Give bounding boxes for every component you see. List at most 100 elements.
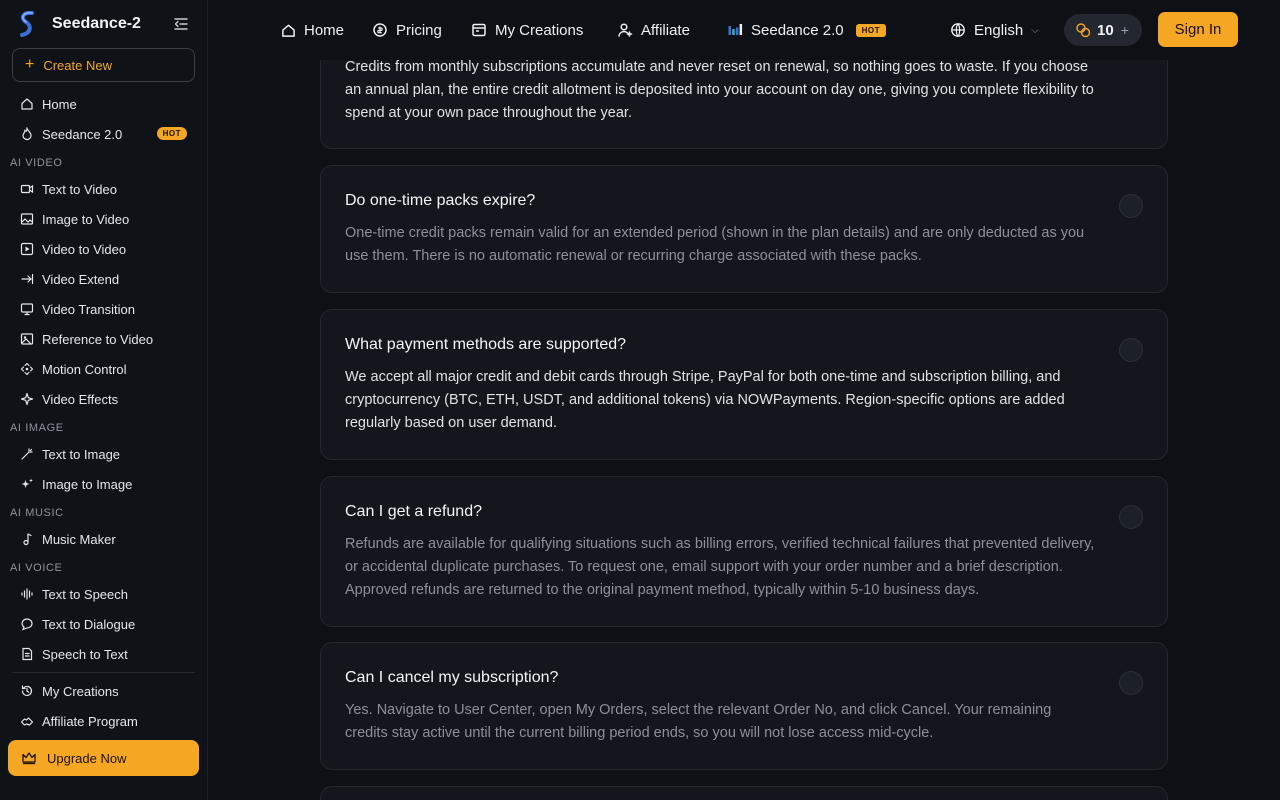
faq-toggle-button[interactable] [1119, 338, 1143, 362]
sidebar-item-music-maker[interactable]: Music Maker [12, 525, 195, 553]
home-icon [280, 22, 296, 38]
section-label-ai-video: AI VIDEO [10, 157, 63, 169]
sidebar-item-label: Video Effects [42, 391, 119, 407]
hot-badge: HOT [156, 127, 187, 140]
sparkle-icon [20, 392, 34, 406]
creations-icon [471, 22, 487, 38]
sidebar-item-image-to-image[interactable]: Image to Image [12, 470, 195, 498]
faq-answer: Refunds are available for qualifying sit… [345, 536, 1095, 598]
sidebar-item-text-to-dialogue[interactable]: Text to Dialogue [12, 610, 195, 638]
sidebar-item-label: Home [42, 96, 77, 112]
sidebar-item-label: Motion Control [42, 361, 127, 377]
faq-answer: We accept all major credit and debit car… [345, 369, 1065, 431]
sidebar-item-text-to-speech[interactable]: Text to Speech [12, 580, 195, 608]
faq-item[interactable] [320, 786, 1168, 800]
credits-balance[interactable]: 10 + [1064, 14, 1142, 46]
sidebar-item-label: Text to Speech [42, 586, 128, 602]
sidebar-item-label: Text to Video [42, 181, 117, 197]
sidebar-item-video-extend[interactable]: Video Extend [12, 265, 195, 293]
sidebar-item-label: Music Maker [42, 531, 116, 547]
faq-question: Can I cancel my subscription? [345, 669, 559, 686]
section-label-ai-image: AI IMAGE [10, 422, 64, 434]
home-icon [20, 97, 34, 111]
brand-name: Seedance-2 [52, 15, 141, 32]
faq-answer: One-time credit packs remain valid for a… [345, 225, 1085, 264]
document-icon [20, 647, 34, 661]
chevron-down-icon: ⌵ [1031, 24, 1039, 36]
sidebar-item-label: Video to Video [42, 241, 127, 257]
nav-home[interactable]: Home [280, 19, 344, 41]
create-new-button[interactable]: + Create New [12, 48, 195, 82]
sidebar-item-video-transition[interactable]: Video Transition [12, 295, 195, 323]
top-navigation: Home Pricing My Creations Affiliate Seed… [208, 0, 1280, 60]
sidebar-item-label: Video Extend [42, 271, 120, 287]
chat-bubble-icon [20, 617, 34, 631]
sidebar-item-reference-to-video[interactable]: Reference to Video [12, 325, 195, 353]
sidebar-item-label: Affiliate Program [42, 713, 138, 729]
collapse-sidebar-button[interactable] [171, 14, 191, 34]
faq-answer: Yes. Navigate to User Center, open My Or… [345, 702, 1052, 741]
brand[interactable]: Seedance-2 [16, 9, 192, 39]
play-square-icon [20, 242, 34, 256]
language-selector[interactable]: English ⌵ [950, 19, 1039, 41]
user-plus-icon [617, 22, 633, 38]
monitor-icon [20, 302, 34, 316]
sidebar-item-text-to-image[interactable]: Text to Image [12, 440, 195, 468]
handshake-icon [20, 714, 34, 728]
sidebar-item-video-effects[interactable]: Video Effects [12, 385, 195, 413]
flame-icon [20, 127, 34, 141]
coin-icon [372, 22, 388, 38]
image-reference-icon [20, 332, 34, 346]
sidebar-item-label: Reference to Video [42, 331, 154, 347]
faq-item[interactable]: Can I cancel my subscription? Yes. Navig… [320, 642, 1168, 770]
nav-pricing[interactable]: Pricing [372, 19, 442, 41]
faq-question: What payment methods are supported? [345, 336, 627, 353]
sidebar-item-label: Seedance 2.0 [42, 126, 123, 142]
upgrade-now-button[interactable]: Upgrade Now [8, 740, 199, 776]
faq-item[interactable]: Can I get a refund? Refunds are availabl… [320, 476, 1168, 627]
nav-label: Home [304, 21, 345, 39]
nav-affiliate[interactable]: Affiliate [617, 19, 690, 41]
sidebar-item-image-to-video[interactable]: Image to Video [12, 205, 195, 233]
nav-seedance[interactable]: Seedance 2.0 HOT [727, 19, 886, 41]
coins-icon [1075, 22, 1091, 38]
seedance-bars-icon [727, 22, 743, 38]
sidebar-item-label: Text to Dialogue [42, 616, 136, 632]
faq-toggle-button[interactable] [1119, 194, 1143, 218]
sidebar-item-video-to-video[interactable]: Video to Video [12, 235, 195, 263]
plus-icon: + [25, 56, 35, 73]
faq-question: Do one-time packs expire? [345, 192, 536, 209]
sidebar-item-speech-to-text[interactable]: Speech to Text [12, 640, 195, 668]
globe-icon [950, 22, 966, 38]
wand-icon [20, 447, 34, 461]
upgrade-label: Upgrade Now [47, 750, 127, 766]
collapse-icon [174, 18, 188, 30]
nav-my-creations[interactable]: My Creations [471, 19, 583, 41]
hot-badge: HOT [855, 23, 886, 37]
faq-toggle-button[interactable] [1119, 505, 1143, 529]
faq-item[interactable]: Do one-time packs expire? One-time credi… [320, 165, 1168, 293]
sidebar-item-text-to-video[interactable]: Text to Video [12, 175, 195, 203]
sidebar-item-motion-control[interactable]: Motion Control [12, 355, 195, 383]
section-label-ai-voice: AI VOICE [10, 562, 63, 574]
sparkles-icon [20, 477, 34, 491]
image-icon [20, 212, 34, 226]
move-icon [20, 362, 34, 376]
sign-in-button[interactable]: Sign In [1158, 12, 1238, 47]
sidebar-item-affiliate-program[interactable]: Affiliate Program [12, 707, 195, 735]
sidebar-item-home[interactable]: Home [12, 90, 195, 118]
sidebar-item-my-creations[interactable]: My Creations [12, 677, 195, 705]
add-credits-icon[interactable]: + [1121, 22, 1129, 38]
audio-wave-icon [20, 587, 34, 601]
sidebar-item-label: Image to Video [42, 211, 130, 227]
credits-count: 10 [1097, 21, 1114, 39]
sidebar-item-label: My Creations [42, 683, 119, 699]
faq-toggle-button[interactable] [1119, 671, 1143, 695]
nav-label: Seedance 2.0 [751, 21, 844, 39]
faq-item[interactable]: What payment methods are supported? We a… [320, 309, 1168, 460]
crown-icon [21, 750, 37, 766]
language-label: English [974, 21, 1024, 39]
sidebar-item-seedance[interactable]: Seedance 2.0 HOT [12, 120, 195, 148]
section-label-ai-music: AI MUSIC [10, 507, 64, 519]
sidebar: Seedance-2 + Create New Home Seedance 2.… [0, 0, 208, 800]
